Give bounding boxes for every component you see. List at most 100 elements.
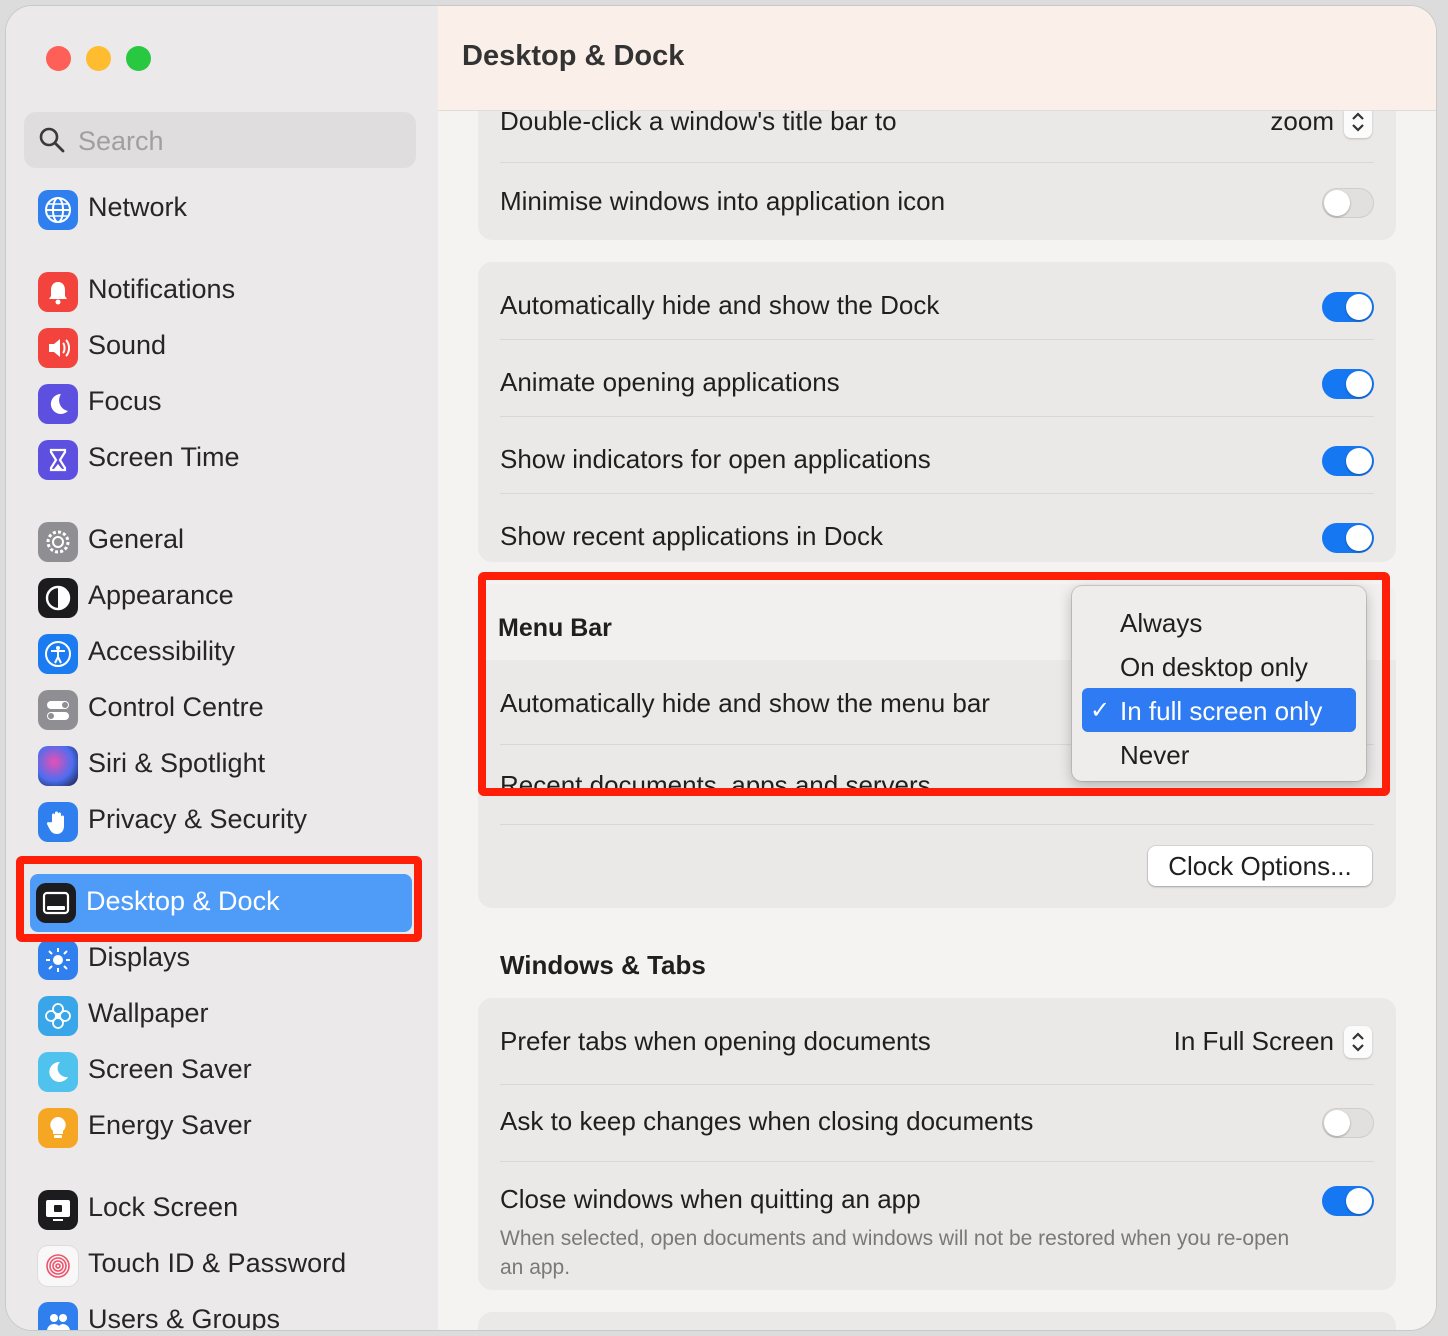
windows-tabs-group: Prefer tabs when opening documents In Fu… xyxy=(478,998,1396,1290)
sidebar-item-label: Displays xyxy=(88,942,191,972)
switches-icon xyxy=(38,690,78,730)
speaker-icon xyxy=(38,328,78,368)
prefer-tabs-value[interactable]: In Full Screen xyxy=(1174,1026,1334,1057)
sidebar-item-displays[interactable]: Displays xyxy=(32,936,416,984)
sidebar-item-users-groups[interactable]: Users & Groups xyxy=(32,1298,416,1330)
sidebar-item-label: Notifications xyxy=(88,274,236,304)
sidebar-item-label: Touch ID & Password xyxy=(88,1248,347,1278)
animate-apps-label: Animate opening applications xyxy=(500,367,840,397)
indicators-toggle[interactable] xyxy=(1322,446,1374,476)
auto-hide-dock-label: Automatically hide and show the Dock xyxy=(500,290,940,320)
ask-keep-toggle[interactable] xyxy=(1322,1108,1374,1138)
flower-icon xyxy=(38,996,78,1036)
sidebar-item-general[interactable]: General xyxy=(32,518,416,566)
animate-apps-toggle[interactable] xyxy=(1322,369,1374,399)
windows-tabs-heading: Windows & Tabs xyxy=(500,950,706,980)
sidebar-item-label: Energy Saver xyxy=(88,1110,252,1140)
indicators-row: Show indicators for open applications xyxy=(500,440,1374,480)
sidebar-item-focus[interactable]: Focus xyxy=(32,380,416,428)
recent-apps-label: Show recent applications in Dock xyxy=(500,521,883,551)
sidebar-item-label: Screen Time xyxy=(88,442,240,472)
ask-keep-row: Ask to keep changes when closing documen… xyxy=(500,1102,1374,1142)
divider xyxy=(500,162,1374,163)
sidebar-item-label: Network xyxy=(88,192,188,222)
close-windows-row: Close windows when quitting an app When … xyxy=(500,1180,1374,1280)
appearance-icon xyxy=(38,578,78,618)
sidebar-item-label: Screen Saver xyxy=(88,1054,252,1084)
sidebar-item-lock-screen[interactable]: Lock Screen xyxy=(32,1186,416,1234)
close-windows-label: Close windows when quitting an app xyxy=(500,1184,921,1214)
ask-keep-label: Ask to keep changes when closing documen… xyxy=(500,1106,1034,1136)
search-field[interactable]: Search xyxy=(24,112,416,168)
sidebar-item-label: Control Centre xyxy=(88,692,264,722)
sidebar-item-label: Appearance xyxy=(88,580,234,610)
sidebar-item-wallpaper[interactable]: Wallpaper xyxy=(32,992,416,1040)
sidebar-item-siri-spotlight[interactable]: Siri & Spotlight xyxy=(32,742,416,790)
main-pane: Desktop & Dock Double-click a window's t… xyxy=(438,6,1436,1330)
divider xyxy=(500,416,1374,417)
double-click-row: Double-click a window's title bar to zoo… xyxy=(500,106,1374,146)
clock-options-button[interactable]: Clock Options... xyxy=(1148,846,1372,886)
sidebar-item-screen-time[interactable]: Screen Time xyxy=(32,436,416,484)
sidebar-item-label: General xyxy=(88,524,185,554)
sidebar-item-label: Sound xyxy=(88,330,167,360)
divider xyxy=(500,493,1374,494)
sidebar-item-label: Users & Groups xyxy=(88,1304,281,1330)
users-icon xyxy=(38,1302,78,1330)
moon-icon xyxy=(38,384,78,424)
sidebar-item-notifications[interactable]: Notifications xyxy=(32,268,416,316)
divider xyxy=(500,824,1374,825)
dock-options-group: Automatically hide and show the Dock Ani… xyxy=(478,262,1396,562)
search-icon xyxy=(39,127,65,153)
up-down-chevron-icon[interactable] xyxy=(1344,1026,1372,1058)
minimize-button[interactable] xyxy=(86,46,111,71)
sidebar-item-sound[interactable]: Sound xyxy=(32,324,416,372)
sidebar: Search Network Notifications Sound Focus xyxy=(6,6,438,1330)
sidebar-item-label: Accessibility xyxy=(88,636,236,666)
sidebar-item-touch-id[interactable]: Touch ID & Password xyxy=(32,1242,416,1290)
lock-screen-icon xyxy=(38,1190,78,1230)
bulb-icon xyxy=(38,1108,78,1148)
highlight-box-sidebar xyxy=(16,856,422,942)
recent-apps-row: Show recent applications in Dock xyxy=(500,517,1374,557)
accessibility-icon xyxy=(38,634,78,674)
divider xyxy=(500,1161,1374,1162)
sidebar-item-control-centre[interactable]: Control Centre xyxy=(32,686,416,734)
zoom-button[interactable] xyxy=(126,46,151,71)
sidebar-item-label: Wallpaper xyxy=(88,998,209,1028)
minimise-row: Minimise windows into application icon xyxy=(500,186,1374,226)
sidebar-item-privacy-security[interactable]: Privacy & Security xyxy=(32,798,416,846)
divider xyxy=(500,1084,1374,1085)
sidebar-item-label: Focus xyxy=(88,386,162,416)
hand-icon xyxy=(38,802,78,842)
highlight-box-menu-bar xyxy=(478,572,1390,796)
minimise-toggle[interactable] xyxy=(1322,188,1374,218)
screensaver-icon xyxy=(38,1052,78,1092)
close-windows-description: When selected, open documents and window… xyxy=(500,1227,1290,1279)
next-group xyxy=(478,1312,1396,1330)
close-button[interactable] xyxy=(46,46,71,71)
gear-icon xyxy=(38,522,78,562)
sidebar-item-energy-saver[interactable]: Energy Saver xyxy=(32,1104,416,1152)
indicators-label: Show indicators for open applications xyxy=(500,444,931,474)
close-windows-toggle[interactable] xyxy=(1322,1186,1374,1216)
globe-icon xyxy=(38,190,78,230)
auto-hide-dock-toggle[interactable] xyxy=(1322,292,1374,322)
bell-icon xyxy=(38,272,78,312)
minimise-label: Minimise windows into application icon xyxy=(500,186,946,216)
recent-apps-toggle[interactable] xyxy=(1322,523,1374,553)
search-placeholder: Search xyxy=(78,126,164,156)
sidebar-item-network[interactable]: Network xyxy=(32,186,416,234)
toolbar: Desktop & Dock xyxy=(438,6,1436,111)
divider xyxy=(500,339,1374,340)
sidebar-item-accessibility[interactable]: Accessibility xyxy=(32,630,416,678)
sidebar-item-label: Privacy & Security xyxy=(88,804,308,834)
sidebar-item-appearance[interactable]: Appearance xyxy=(32,574,416,622)
sidebar-item-screen-saver[interactable]: Screen Saver xyxy=(32,1048,416,1096)
prefer-tabs-row: Prefer tabs when opening documents In Fu… xyxy=(500,1022,1374,1062)
prefer-tabs-label: Prefer tabs when opening documents xyxy=(500,1026,931,1056)
siri-icon xyxy=(38,746,78,786)
hourglass-icon xyxy=(38,440,78,480)
content-scroll[interactable]: Double-click a window's title bar to zoo… xyxy=(438,6,1436,1330)
settings-window: Search Network Notifications Sound Focus xyxy=(6,6,1436,1330)
